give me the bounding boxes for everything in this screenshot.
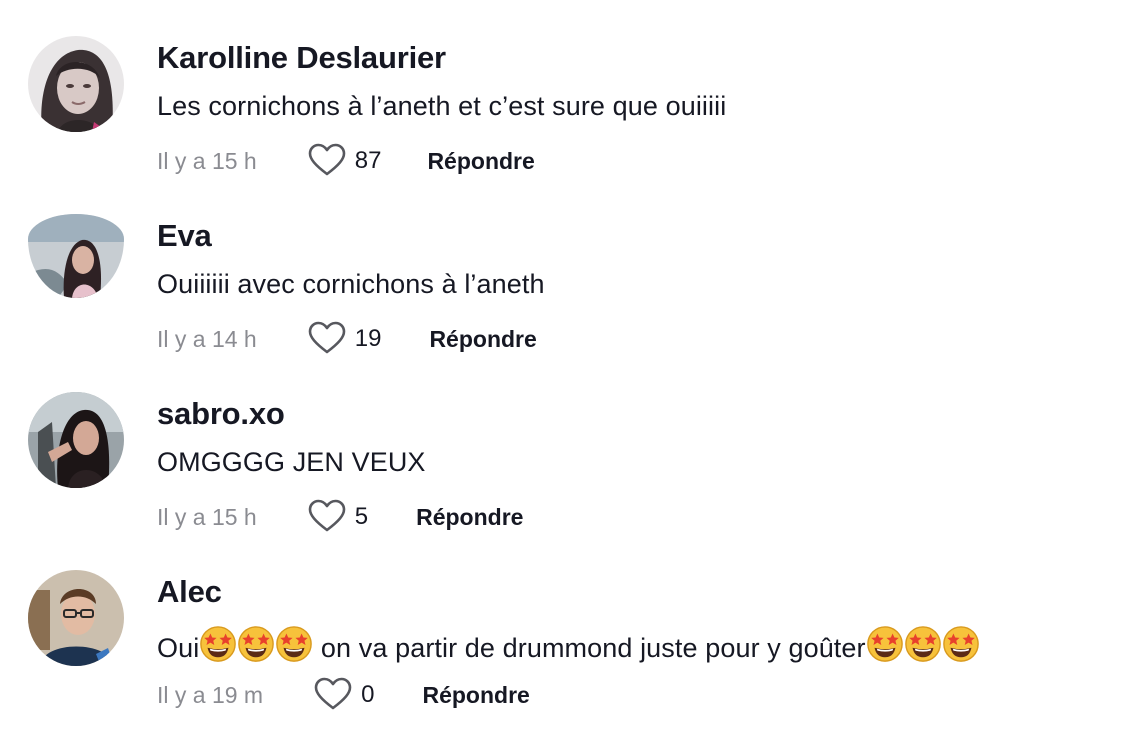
comment-text: Ouiiiiii avec cornichons à l’aneth (157, 269, 545, 299)
star-struck-emoji (866, 625, 904, 663)
comment-item: sabro.xo OMGGGG JEN VEUX Il y a 15 h 5 R… (0, 382, 1134, 560)
like-count: 0 (361, 681, 375, 708)
reply-button[interactable]: Répondre (429, 326, 536, 353)
comment-time: Il y a 14 h (157, 325, 257, 352)
like-button[interactable]: 19 (307, 319, 382, 359)
comment-username[interactable]: Eva (157, 218, 212, 254)
comment-username[interactable]: Karolline Deslaurier (157, 40, 446, 76)
comment-username[interactable]: Alec (157, 574, 222, 610)
avatar[interactable] (28, 36, 124, 132)
heart-outline-icon (307, 497, 347, 537)
avatar[interactable] (28, 214, 124, 298)
comment-username[interactable]: sabro.xo (157, 396, 285, 432)
comment-text-middle: on va partir de drummond juste pour y go… (313, 633, 866, 663)
comment-item: Alec Oui on va partir de drummond juste … (0, 560, 1134, 738)
reply-button[interactable]: Répondre (416, 504, 523, 531)
star-struck-emoji (942, 625, 980, 663)
heart-outline-icon (307, 141, 347, 181)
comment-meta: Il y a 15 h 5 Répondre (157, 497, 523, 537)
reply-button[interactable]: Répondre (422, 682, 529, 709)
like-button[interactable]: 87 (307, 141, 382, 181)
heart-outline-icon (313, 675, 353, 715)
avatar[interactable] (28, 570, 124, 666)
comment-text: Oui on va partir de drummond juste pour … (157, 625, 980, 664)
comment-time: Il y a 19 m (157, 681, 264, 708)
like-count: 87 (354, 147, 382, 174)
star-struck-emoji (904, 625, 942, 663)
comment-meta: Il y a 14 h 19 Répondre (157, 319, 537, 359)
like-button[interactable]: 5 (307, 497, 368, 537)
star-struck-emoji (237, 625, 275, 663)
comment-meta: Il y a 19 m 0 Répondre (157, 675, 530, 715)
like-count: 5 (354, 503, 369, 530)
comment-meta: Il y a 15 h 87 Répondre (157, 141, 535, 181)
star-struck-emoji (199, 625, 237, 663)
comment-text-start: Oui (157, 633, 200, 663)
comment-time: Il y a 15 h (157, 503, 257, 530)
reply-button[interactable]: Répondre (427, 148, 534, 175)
comment-item: Karolline Deslaurier Les cornichons à l’… (0, 26, 1134, 204)
comment-text: Les cornichons à l’aneth et c’est sure q… (157, 91, 727, 121)
star-struck-emoji (275, 625, 313, 663)
heart-outline-icon (307, 319, 347, 359)
comment-item: Eva Ouiiiiii avec cornichons à l’aneth I… (0, 204, 1134, 382)
comment-time: Il y a 15 h (157, 147, 257, 174)
avatar[interactable] (28, 392, 124, 488)
like-button[interactable]: 0 (313, 675, 374, 715)
comment-text: OMGGGG JEN VEUX (157, 447, 426, 477)
like-count: 19 (354, 325, 382, 352)
